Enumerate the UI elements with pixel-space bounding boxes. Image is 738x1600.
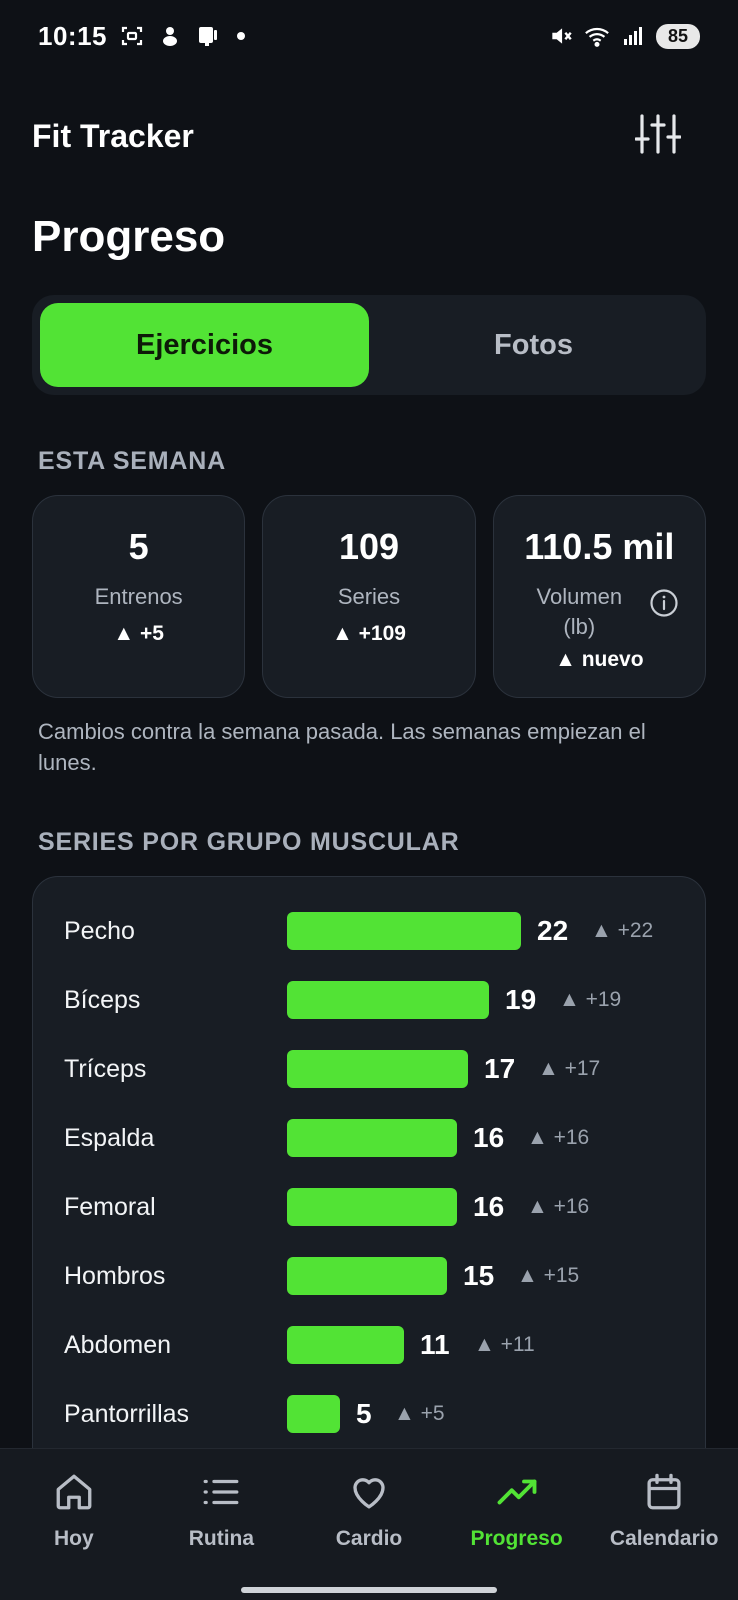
muscle-delta: ▲ +16 [527, 1195, 590, 1218]
nav-calendario[interactable]: Calendario [590, 1449, 738, 1567]
stat-value: 110.5 mil [524, 526, 675, 567]
muscle-value: 16 [473, 1122, 505, 1153]
battery-indicator: 85 [656, 23, 700, 49]
muscle-value: 11 [420, 1329, 450, 1360]
stat-card-volume: 110.5 mil Volumen (lb) ▲ nuevo [492, 495, 706, 698]
stat-value: 109 [338, 526, 400, 567]
muscle-delta: ▲ +16 [527, 1126, 590, 1149]
muscle-bar [287, 912, 521, 950]
muscle-value: 5 [356, 1398, 372, 1429]
stat-label: Volumen (lb) [536, 584, 623, 639]
muscle-label: Femoral [64, 1192, 156, 1221]
muscle-row: Pantorrillas 5 ▲ +5 [33, 1394, 705, 1434]
calendar-icon [641, 1469, 687, 1515]
muscle-bar [287, 1188, 457, 1226]
stat-label: Entrenos [94, 584, 183, 609]
stat-card-workouts: 5 Entrenos ▲ +5 [32, 495, 246, 698]
notification-icon [157, 23, 183, 49]
muscle-label: Pecho [64, 916, 135, 945]
page-title: Progreso [32, 212, 226, 261]
muscle-value: 22 [537, 915, 569, 946]
bottom-nav: Hoy Rutina Cardio Progreso Calendario [0, 1448, 738, 1600]
muscle-delta: ▲ +19 [559, 988, 622, 1011]
muscle-row: Pecho 22 ▲ +22 [33, 911, 705, 951]
sim-icon [195, 23, 221, 49]
nav-label: Cardio [335, 1527, 403, 1550]
nav-hoy[interactable]: Hoy [0, 1449, 148, 1567]
muscle-label: Abdomen [64, 1330, 172, 1359]
muscle-bar [287, 1395, 340, 1433]
screenshot-icon [119, 23, 145, 49]
muscle-bar [287, 1119, 457, 1157]
tab-fotos[interactable]: Fotos [369, 303, 698, 387]
signal-icon [620, 23, 646, 49]
trending-up-icon [494, 1469, 540, 1515]
home-icon [51, 1469, 97, 1515]
muscle-label: Hombros [64, 1261, 166, 1290]
nav-label: Calendario [609, 1527, 719, 1550]
muscle-bar [287, 1050, 468, 1088]
stat-value: 5 [128, 526, 149, 567]
muscle-label: Tríceps [64, 1054, 147, 1083]
muscle-label: Pantorrillas [64, 1399, 190, 1428]
muscle-value: 16 [473, 1191, 505, 1222]
tab-switcher: Ejercicios Fotos [32, 295, 706, 395]
this-week-heading: ESTA SEMANA [38, 447, 226, 475]
home-indicator[interactable] [241, 1587, 497, 1593]
muscle-label: Bíceps [64, 985, 141, 1014]
heart-icon [346, 1469, 392, 1515]
nav-label: Hoy [53, 1527, 94, 1550]
muscle-bar [287, 981, 489, 1019]
app-title: Fit Tracker [32, 117, 194, 154]
status-bar-left: 10:15 [38, 21, 245, 52]
nav-label: Progreso [470, 1527, 563, 1550]
wifi-icon [584, 23, 610, 49]
app-header: Fit Tracker [32, 108, 686, 164]
weekly-note: Cambios contra la semana pasada. Las sem… [38, 719, 646, 775]
muscle-groups-heading: SERIES POR GRUPO MUSCULAR [38, 828, 460, 856]
muscle-delta: ▲ +15 [517, 1264, 580, 1287]
stat-label: Series [337, 584, 401, 609]
muscle-bar [287, 1257, 447, 1295]
muscle-label: Espalda [64, 1123, 155, 1152]
muscle-delta: ▲ +22 [591, 919, 654, 942]
status-bar: 10:15 85 [0, 0, 738, 72]
sliders-icon [634, 113, 682, 160]
muscle-bar [287, 1326, 404, 1364]
nav-cardio[interactable]: Cardio [295, 1449, 443, 1567]
muscle-delta: ▲ +11 [474, 1333, 535, 1356]
stat-change: ▲ nuevo [555, 648, 644, 671]
muscle-row: Femoral 16 ▲ +16 [33, 1187, 705, 1227]
stat-change: ▲ +5 [113, 622, 164, 645]
muscle-row: Tríceps 17 ▲ +17 [33, 1049, 705, 1089]
settings-button[interactable] [630, 108, 686, 164]
status-dot [237, 32, 245, 40]
muscle-value: 15 [463, 1260, 495, 1291]
mute-icon [548, 23, 574, 49]
stat-card-sets: 109 Series ▲ +109 [262, 495, 476, 698]
stat-change: ▲ +109 [332, 622, 406, 645]
muscle-row: Bíceps 19 ▲ +19 [33, 980, 705, 1020]
muscle-value: 19 [505, 984, 537, 1015]
muscle-row: Abdomen 11 ▲ +11 [33, 1325, 705, 1365]
tab-ejercicios[interactable]: Ejercicios [40, 303, 369, 387]
nav-label: Rutina [188, 1527, 255, 1550]
list-icon [198, 1469, 244, 1515]
nav-progreso[interactable]: Progreso [443, 1449, 591, 1567]
weekly-stats: 5 Entrenos ▲ +5 109 Series ▲ +109 110.5 … [32, 495, 706, 698]
muscle-delta: ▲ +17 [538, 1057, 601, 1080]
status-time: 10:15 [38, 20, 107, 51]
status-bar-right: 85 [548, 23, 700, 49]
muscle-delta: ▲ +5 [394, 1402, 445, 1425]
nav-rutina[interactable]: Rutina [148, 1449, 296, 1567]
muscle-row: Hombros 15 ▲ +15 [33, 1256, 705, 1296]
muscle-value: 17 [484, 1053, 516, 1084]
info-icon[interactable] [649, 588, 679, 618]
muscle-row: Espalda 16 ▲ +16 [33, 1118, 705, 1158]
